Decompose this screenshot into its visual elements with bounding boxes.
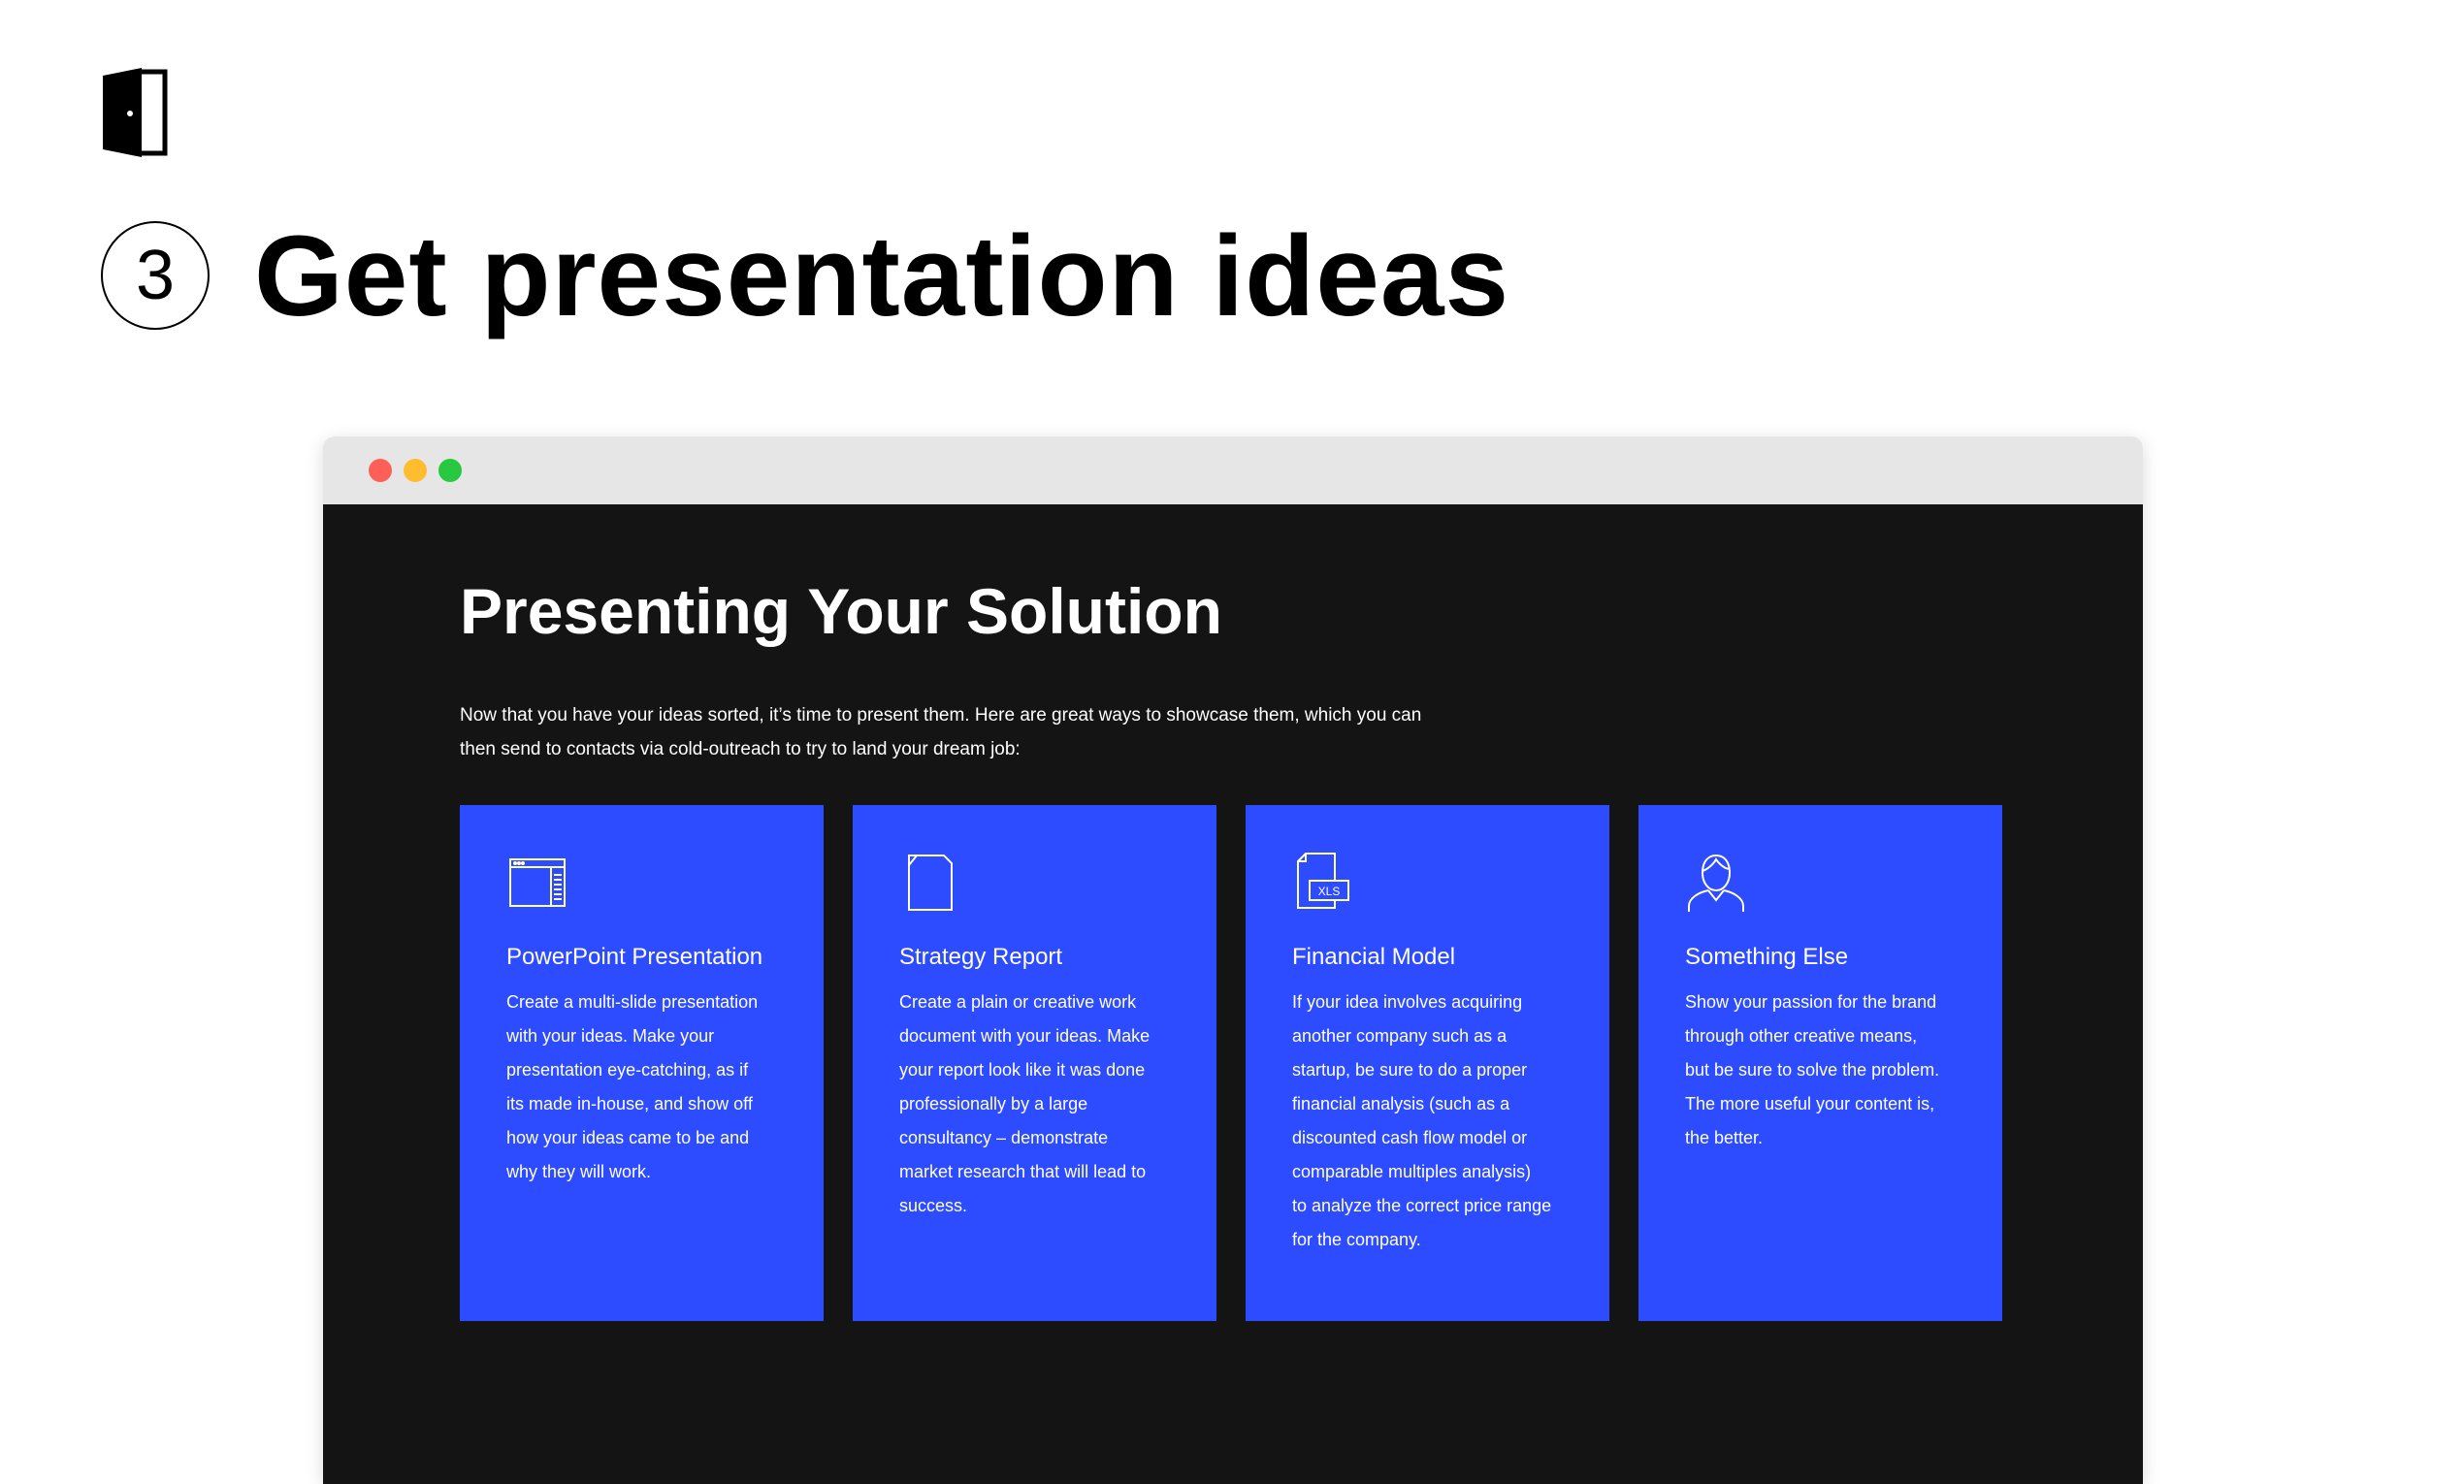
card-line: comparable multiples analysis) bbox=[1292, 1162, 1532, 1181]
window-titlebar bbox=[323, 436, 2143, 504]
card-description: Create a plain or creative work document… bbox=[899, 985, 1170, 1223]
card-line: document with your ideas. Make bbox=[899, 1026, 1151, 1046]
card-line: but be sure to solve the problem. bbox=[1685, 1060, 1940, 1080]
window-close-button[interactable] bbox=[369, 459, 392, 482]
card-line: for the company. bbox=[1292, 1230, 1421, 1249]
card-line: Create a plain or creative work bbox=[899, 992, 1137, 1012]
xls-file-icon: XLS bbox=[1297, 853, 1349, 909]
content-title: Presenting Your Solution bbox=[460, 575, 1222, 647]
card-line: market research that will lead to bbox=[899, 1162, 1147, 1181]
card-line: why they will work. bbox=[506, 1162, 652, 1181]
card-line: success. bbox=[899, 1196, 968, 1215]
card-title: Financial Model bbox=[1292, 944, 1456, 970]
card-line: If your idea involves acquiring bbox=[1292, 992, 1523, 1012]
document-icon bbox=[908, 855, 953, 911]
card-something-else[interactable]: Something Else Show your passion for the… bbox=[1638, 805, 2002, 1321]
browser-window: Presenting Your Solution Now that you ha… bbox=[323, 436, 2143, 1484]
person-icon bbox=[1688, 854, 1744, 912]
card-line: consultancy – demonstrate bbox=[899, 1128, 1109, 1147]
card-description: If your idea involves acquiring another … bbox=[1292, 985, 1563, 1257]
card-line: presentation eye-catching, as if bbox=[506, 1060, 749, 1080]
card-description: Show your passion for the brand through … bbox=[1685, 985, 1956, 1155]
card-line: how your ideas came to be and bbox=[506, 1128, 750, 1147]
card-line: to analyze the correct price range bbox=[1292, 1196, 1552, 1215]
card-line: its made in-house, and show off bbox=[506, 1094, 753, 1113]
card-line: the better. bbox=[1685, 1128, 1764, 1147]
intro-text: Now that you have your ideas sorted, it’… bbox=[460, 698, 1430, 766]
intro-line: Now that you have your ideas sorted, it’… bbox=[460, 705, 1422, 726]
xls-label: XLS bbox=[1318, 885, 1341, 898]
card-title: Something Else bbox=[1685, 944, 1849, 970]
card-line: Create a multi-slide presentation bbox=[506, 992, 759, 1012]
card-description: Create a multi-slide presentation with y… bbox=[506, 985, 777, 1189]
card-line: with your ideas. Make your bbox=[506, 1026, 715, 1046]
card-line: startup, be sure to do a proper bbox=[1292, 1060, 1528, 1080]
card-line: through other creative means, bbox=[1685, 1026, 1918, 1046]
page-title: Get presentation ideas bbox=[254, 212, 1510, 340]
slides-window-icon bbox=[509, 858, 566, 907]
card-powerpoint-presentation[interactable]: PowerPoint Presentation Create a multi-s… bbox=[460, 805, 824, 1321]
card-line: another company such as a bbox=[1292, 1026, 1508, 1046]
door-icon bbox=[103, 68, 168, 157]
card-title: Strategy Report bbox=[899, 944, 1063, 970]
step-number: 3 bbox=[135, 237, 176, 314]
card-line: The more useful your content is, bbox=[1685, 1094, 1935, 1113]
intro-line: then send to contacts via cold-outreach … bbox=[460, 739, 1021, 759]
card-line: financial analysis (such as a bbox=[1292, 1094, 1510, 1113]
window-content: Presenting Your Solution Now that you ha… bbox=[323, 504, 2143, 1484]
card-line: professionally by a large bbox=[899, 1094, 1088, 1113]
card-strategy-report[interactable]: Strategy Report Create a plain or creati… bbox=[853, 805, 1216, 1321]
card-line: discounted cash flow model or bbox=[1292, 1128, 1528, 1147]
card-line: your report look like it was done bbox=[899, 1060, 1146, 1080]
window-minimize-button[interactable] bbox=[404, 459, 427, 482]
card-title: PowerPoint Presentation bbox=[506, 944, 763, 970]
step-number-badge: 3 bbox=[101, 221, 210, 330]
card-line: Show your passion for the brand bbox=[1685, 992, 1937, 1012]
window-maximize-button[interactable] bbox=[438, 459, 462, 482]
card-financial-model[interactable]: XLS Financial Model If your idea involve… bbox=[1246, 805, 1609, 1321]
